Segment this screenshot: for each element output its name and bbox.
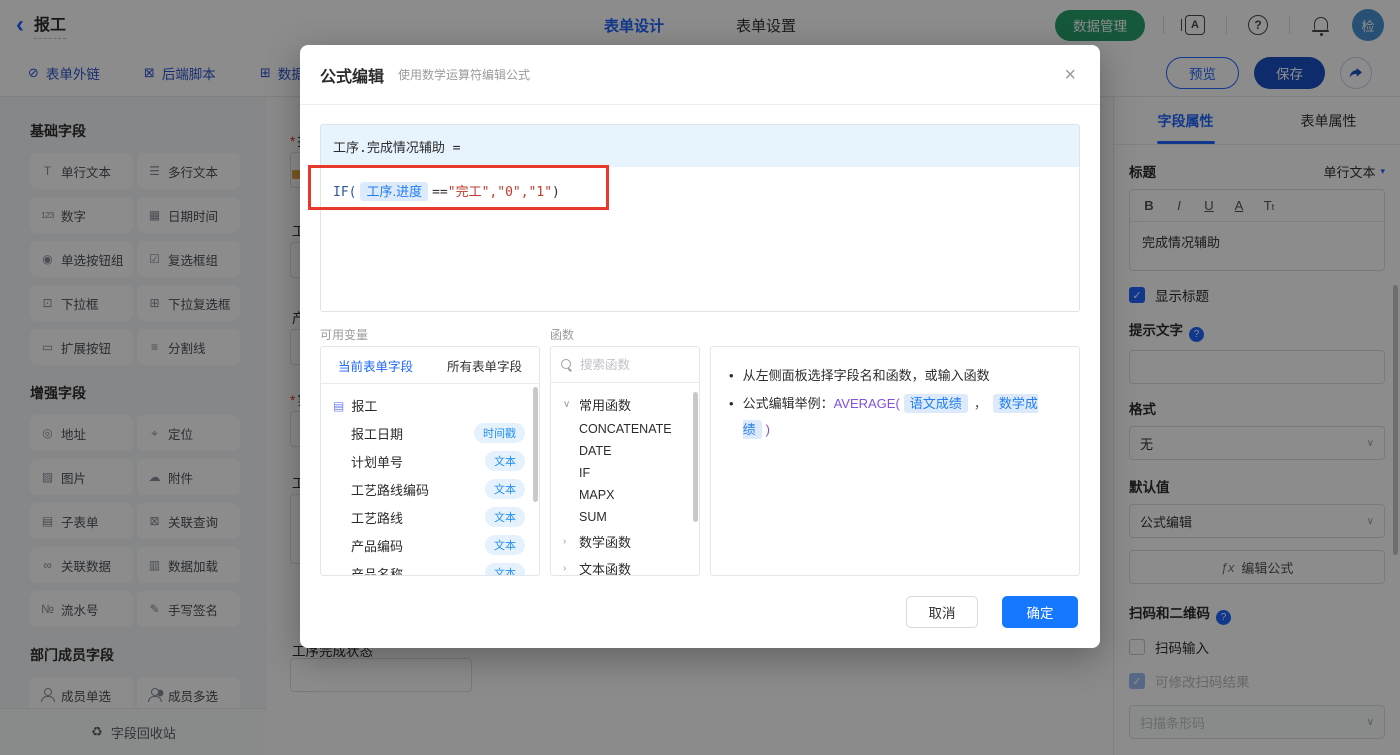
formula-variable-chip[interactable]: 工序.进度 <box>360 182 429 201</box>
function-item[interactable]: IF <box>551 462 699 484</box>
example-function-name: AVERAGE( <box>833 396 900 411</box>
type-badge: 文本 <box>485 507 525 527</box>
type-badge: 时间戳 <box>474 423 525 443</box>
search-icon <box>561 359 572 370</box>
variables-scrollbar[interactable] <box>533 387 538 502</box>
function-item[interactable]: SUM <box>551 506 699 528</box>
functions-section-label: 函数 <box>550 328 575 342</box>
variables-tree: ▤ 报工 报工日期 时间戳 计划单号 文本 工艺路线编码 文本 工艺路线 文本 产品编码… <box>321 384 539 575</box>
bullet-icon: • <box>729 396 734 411</box>
example-chip: 语文成绩 <box>903 394 968 413</box>
function-search-input[interactable] <box>580 357 689 372</box>
formula-close-paren: ) <box>552 185 560 200</box>
formula-input-area[interactable]: IF(工序.进度 =="完工","0","1") <box>321 167 1079 214</box>
group-common-functions[interactable]: ∨ 常用函数 <box>551 391 699 418</box>
formula-editor: 工序.完成情况辅助 = IF(工序.进度 =="完工","0","1") <box>320 124 1080 312</box>
document-icon: ▤ <box>333 398 345 413</box>
confirm-button[interactable]: 确定 <box>1002 596 1078 628</box>
function-item[interactable]: CONCATENATE <box>551 418 699 440</box>
functions-scrollbar[interactable] <box>693 392 698 522</box>
functions-panel: ∨ 常用函数 CONCATENATE DATE IF MAPX SUM › 数学… <box>550 346 700 576</box>
type-badge: 文本 <box>485 451 525 471</box>
caret-open-icon: ∨ <box>563 399 571 410</box>
type-badge: 文本 <box>485 535 525 555</box>
modal-title: 公式编辑 <box>320 68 385 86</box>
variables-panel: 当前表单字段 所有表单字段 ▤ 报工 报工日期 时间戳 计划单号 文本 工艺路线编码… <box>320 346 540 576</box>
variable-item[interactable]: 工艺路线编码 文本 <box>321 475 539 503</box>
group-math-functions[interactable]: › 数学函数 <box>551 528 699 555</box>
formula-string-tokens: "完工","0","1" <box>447 185 553 200</box>
formula-function-token: IF( <box>333 185 357 200</box>
function-item[interactable]: MAPX <box>551 484 699 506</box>
tab-current-form-fields[interactable]: 当前表单字段 <box>321 347 430 383</box>
formula-edit-modal: 公式编辑 使用数学运算符编辑公式 × 工序.完成情况辅助 = IF(工序.进度 =… <box>300 45 1100 648</box>
cancel-button[interactable]: 取消 <box>906 596 978 628</box>
variables-root-node[interactable]: ▤ 报工 <box>321 392 539 419</box>
variable-item[interactable]: 计划单号 文本 <box>321 447 539 475</box>
function-search <box>551 347 699 383</box>
function-item[interactable]: DATE <box>551 440 699 462</box>
help-panel: • 从左侧面板选择字段名和函数，或输入函数 • 公式编辑举例：AVERAGE(语… <box>710 346 1080 576</box>
variable-item[interactable]: 报工日期 时间戳 <box>321 419 539 447</box>
modal-subtitle: 使用数学运算符编辑公式 <box>398 68 531 82</box>
variables-tabs: 当前表单字段 所有表单字段 <box>321 347 539 384</box>
caret-closed-icon: › <box>563 536 567 547</box>
bullet-icon: • <box>729 368 734 383</box>
tab-all-form-fields[interactable]: 所有表单字段 <box>430 347 539 383</box>
variable-item[interactable]: 产品名称 文本 <box>321 559 539 575</box>
help-line-2: • 公式编辑举例：AVERAGE(语文成绩，数学成绩) <box>729 391 1061 443</box>
group-text-functions[interactable]: › 文本函数 <box>551 555 699 575</box>
type-badge: 文本 <box>485 479 525 499</box>
type-badge: 文本 <box>485 563 525 575</box>
formula-operator-token: == <box>432 185 448 200</box>
caret-closed-icon: › <box>563 563 567 574</box>
variable-item[interactable]: 产品编码 文本 <box>321 531 539 559</box>
screen: ‹ 报工 表单设计 表单设置 数据管理 A ? 检 ⊘ 表单外链 ⊠ 后端脚本 … <box>0 0 1400 755</box>
variables-section-label: 可用变量 <box>320 328 369 342</box>
functions-tree: ∨ 常用函数 CONCATENATE DATE IF MAPX SUM › 数学… <box>551 383 699 575</box>
modal-header: 公式编辑 使用数学运算符编辑公式 × <box>300 45 1100 105</box>
formula-target: 工序.完成情况辅助 = <box>321 125 1079 167</box>
modal-footer: 取消 确定 <box>906 596 1078 628</box>
close-icon[interactable]: × <box>1064 65 1076 85</box>
variable-item[interactable]: 工艺路线 文本 <box>321 503 539 531</box>
help-line-1: • 从左侧面板选择字段名和函数，或输入函数 <box>729 363 1061 389</box>
